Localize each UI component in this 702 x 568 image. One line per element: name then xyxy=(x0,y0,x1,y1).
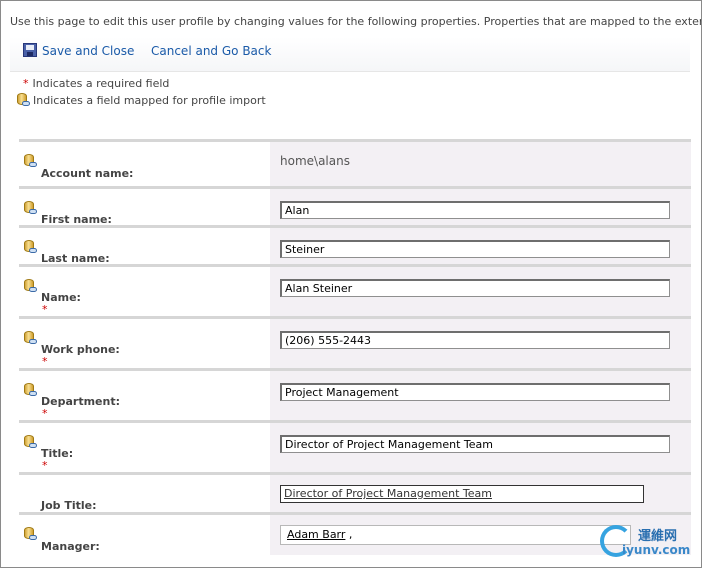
field-label: Work phone: xyxy=(41,343,120,356)
last-name-input[interactable] xyxy=(280,240,670,258)
field-label: First name: xyxy=(41,213,112,226)
field-label: Department: xyxy=(41,395,120,408)
required-asterisk: * xyxy=(42,355,48,368)
cancel-and-go-back-link[interactable]: Cancel and Go Back xyxy=(151,44,271,58)
database-link-icon xyxy=(22,527,38,543)
field-row-first-name: First name: xyxy=(19,189,691,228)
field-row-name: Name: * xyxy=(19,267,691,319)
required-asterisk: * xyxy=(42,459,48,472)
field-label: Last name: xyxy=(41,252,110,265)
database-link-icon xyxy=(15,93,31,109)
database-link-icon xyxy=(22,435,38,451)
required-asterisk: * xyxy=(42,303,48,316)
field-row-account-name: Account name: home\alans xyxy=(19,142,691,189)
account-name-value: home\alans xyxy=(280,154,350,168)
database-link-icon xyxy=(22,154,38,170)
site-watermark: 運維网 iyunv.com xyxy=(598,523,698,563)
title-input[interactable] xyxy=(280,435,670,453)
database-link-icon xyxy=(22,240,38,256)
work-phone-input[interactable] xyxy=(280,331,670,349)
mapped-field-legend: Indicates a field mapped for profile imp… xyxy=(15,93,266,109)
save-icon[interactable] xyxy=(23,43,37,57)
department-input[interactable] xyxy=(280,383,670,401)
database-link-icon xyxy=(22,201,38,217)
required-asterisk: * xyxy=(23,77,29,90)
required-asterisk: * xyxy=(42,407,48,420)
field-row-department: Department: * xyxy=(19,371,691,423)
field-row-last-name: Last name: xyxy=(19,228,691,267)
database-link-icon xyxy=(22,279,38,295)
database-link-icon xyxy=(22,331,38,347)
watermark-chinese-text: 運維网 xyxy=(638,529,678,544)
field-row-work-phone: Work phone: * xyxy=(19,319,691,371)
toolbar: Save and Close Cancel and Go Back xyxy=(10,37,690,72)
required-field-legend: * Indicates a required field xyxy=(15,77,169,90)
watermark-domain-text: iyunv.com xyxy=(622,543,691,557)
field-label: Job Title: xyxy=(41,499,97,512)
field-label: Account name: xyxy=(41,167,134,180)
manager-name-separator: , xyxy=(345,528,353,541)
database-link-icon xyxy=(22,383,38,399)
job-title-picker[interactable]: Director of Project Management Team xyxy=(280,485,644,503)
field-row-manager: Manager: Adam Barr , xyxy=(19,515,691,555)
profile-properties-form: Account name: home\alans First name: Las… xyxy=(19,139,691,555)
required-field-legend-text: Indicates a required field xyxy=(32,77,170,90)
field-row-job-title: Job Title: Director of Project Managemen… xyxy=(19,475,691,515)
name-input[interactable] xyxy=(280,279,670,297)
job-title-value: Director of Project Management Team xyxy=(284,487,492,500)
field-label: Manager: xyxy=(41,540,100,553)
manager-name-link[interactable]: Adam Barr xyxy=(287,528,345,541)
page-description: Use this page to edit this user profile … xyxy=(10,15,701,28)
first-name-input[interactable] xyxy=(280,201,670,219)
mapped-field-legend-text: Indicates a field mapped for profile imp… xyxy=(33,94,266,107)
page-frame: Use this page to edit this user profile … xyxy=(0,0,702,568)
field-row-title: Title: * xyxy=(19,423,691,475)
manager-people-picker[interactable]: Adam Barr , xyxy=(280,525,631,545)
save-and-close-link[interactable]: Save and Close xyxy=(42,44,134,58)
